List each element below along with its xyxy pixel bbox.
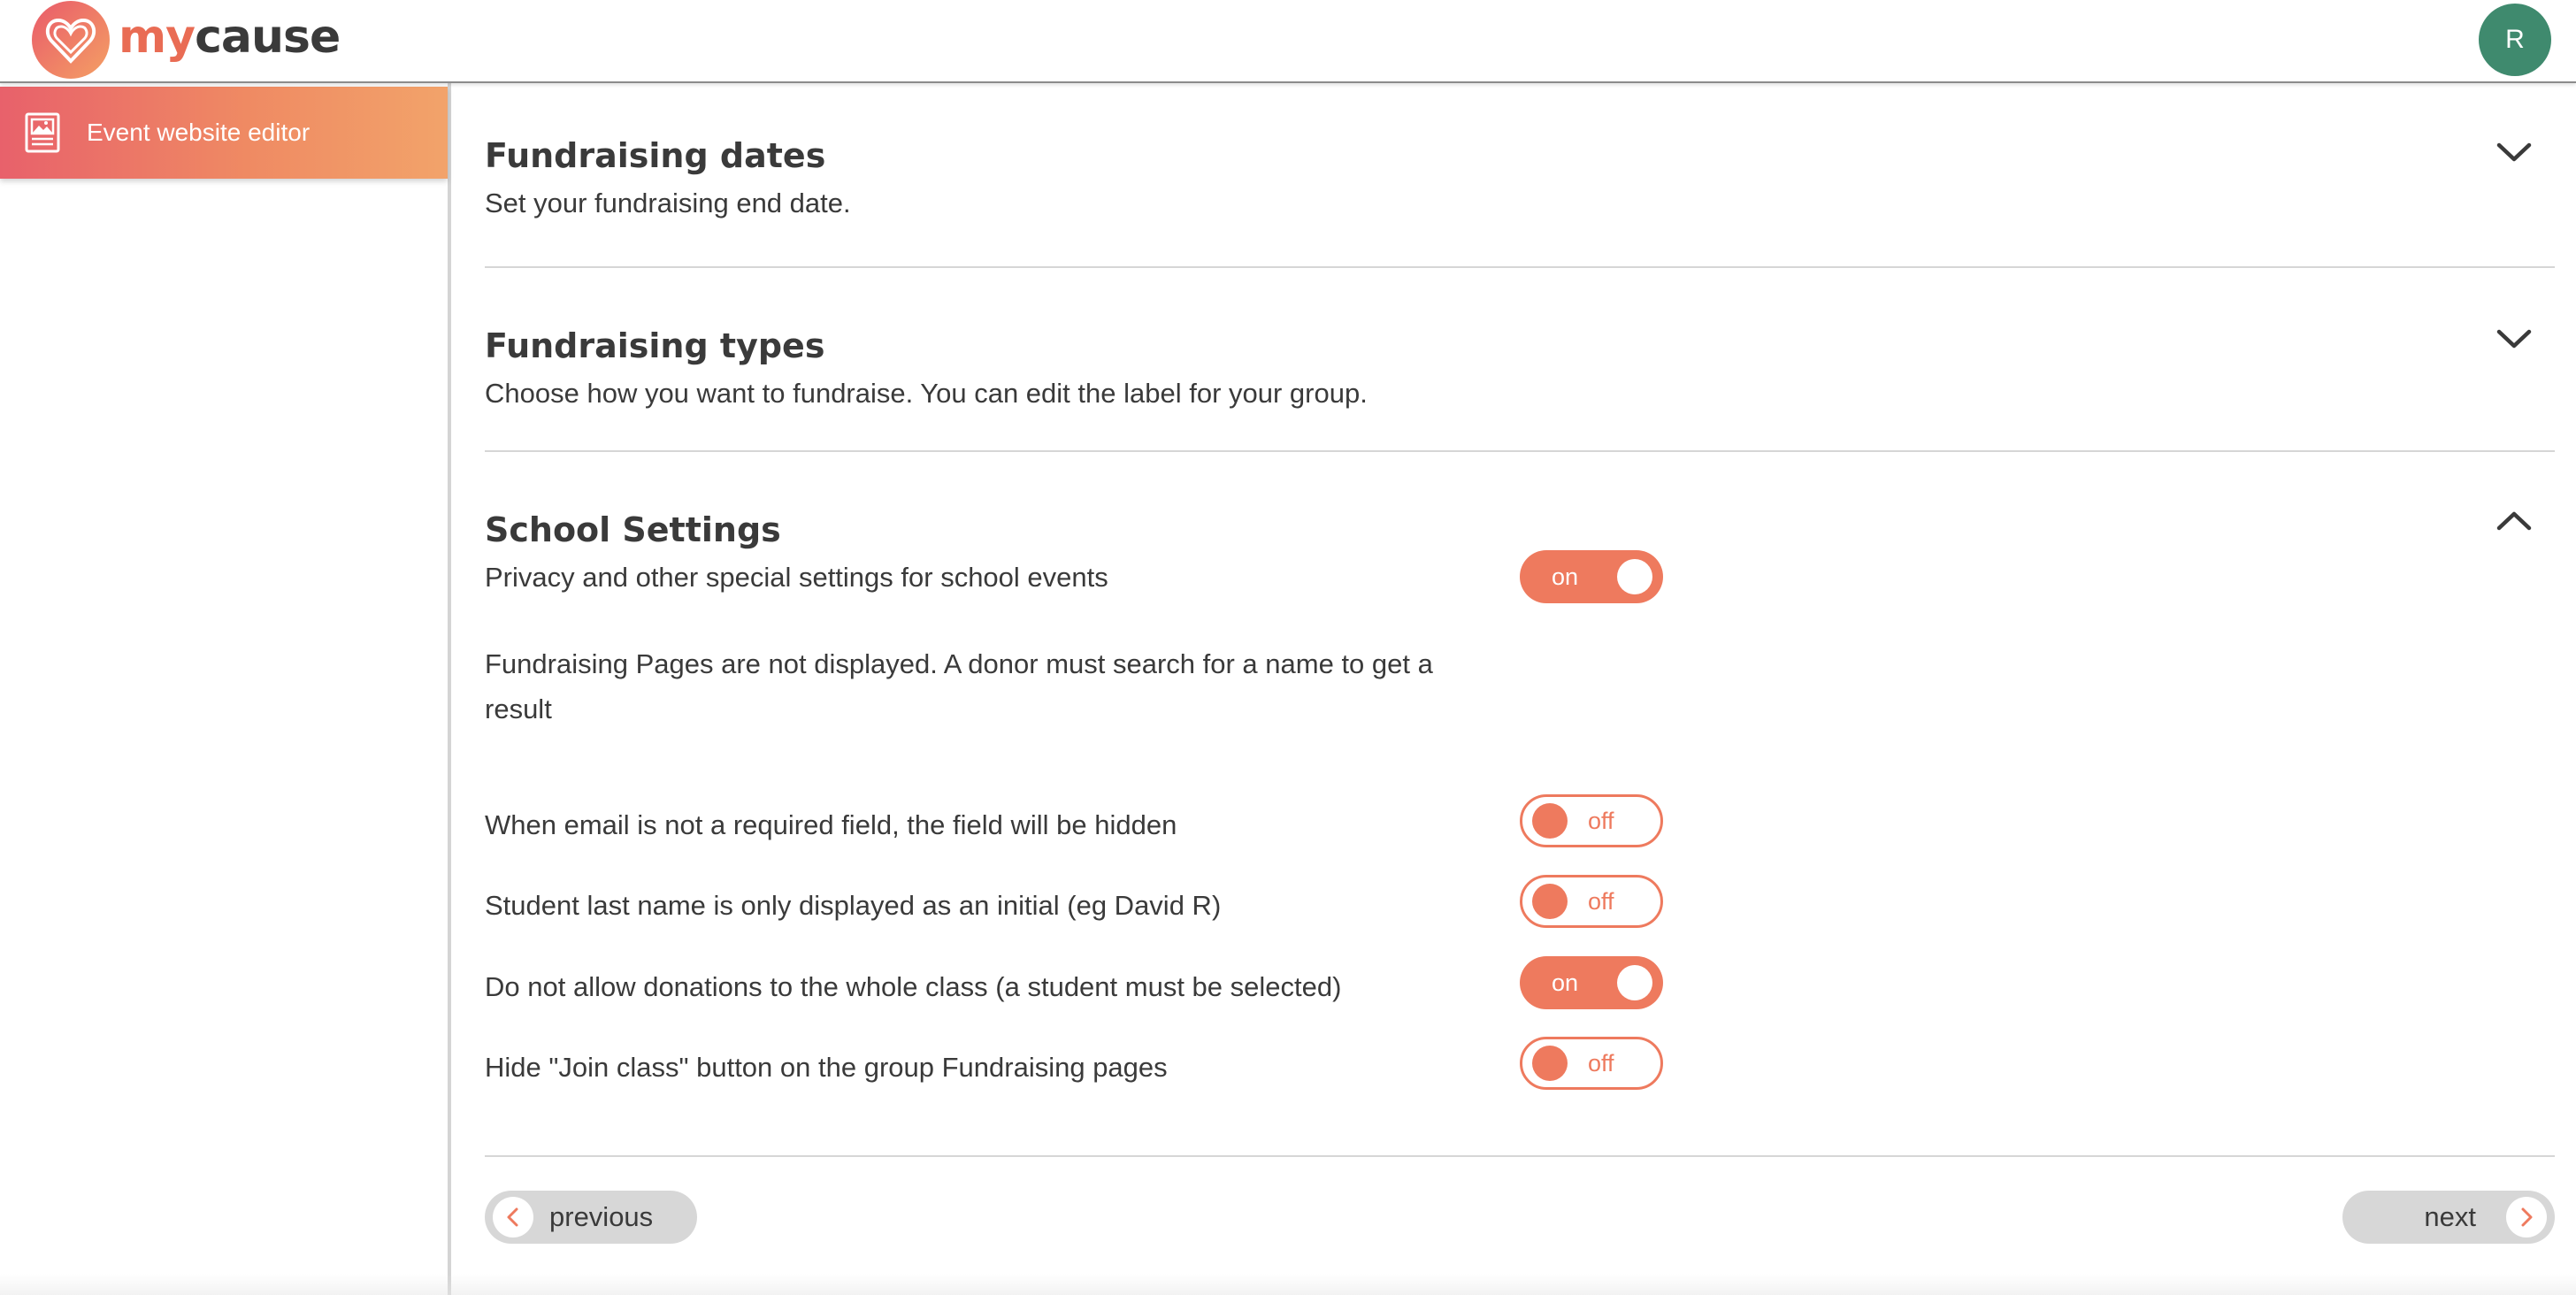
chevron-down-icon[interactable]: [2495, 325, 2534, 351]
section-school-settings: School Settings Privacy and other specia…: [485, 452, 2555, 1157]
section-title: Fundraising dates: [485, 136, 826, 175]
toggle-knob: [1532, 1046, 1568, 1081]
toggle-knob: [1617, 965, 1652, 1000]
toggle-state-label: off: [1588, 1049, 1614, 1077]
chevron-up-icon[interactable]: [2495, 507, 2534, 533]
toggle-hide-join-class-button[interactable]: off: [1520, 1037, 1663, 1090]
logo-my: my: [119, 11, 196, 64]
toggle-knob: [1532, 884, 1568, 919]
main-content: Fundraising dates Set your fundraising e…: [485, 83, 2555, 1157]
sidebar-item-label: Event website editor: [87, 119, 310, 146]
toggle-knob: [1617, 559, 1652, 594]
top-header: mycause R: [0, 0, 2576, 83]
toggle-hide-fundraising-pages[interactable]: on: [1520, 550, 1663, 603]
previous-button-label: previous: [549, 1201, 654, 1232]
toggle-state-label: off: [1588, 887, 1614, 915]
section-title: Fundraising types: [485, 326, 825, 365]
section-fundraising-dates[interactable]: Fundraising dates Set your fundraising e…: [485, 83, 2555, 268]
image-document-icon: [25, 112, 60, 153]
sidebar: Event website editor: [0, 83, 451, 1295]
chevron-right-icon: [2506, 1197, 2547, 1238]
section-title: School Settings: [485, 510, 781, 549]
next-button-label: next: [2424, 1201, 2476, 1232]
toggle-hide-email-field[interactable]: off: [1520, 794, 1663, 847]
section-description: Choose how you want to fundraise. You ca…: [485, 378, 1368, 409]
user-avatar[interactable]: R: [2479, 4, 2551, 76]
toggle-last-name-initial[interactable]: off: [1520, 875, 1663, 928]
toggle-state-label: on: [1552, 563, 1579, 590]
toggle-state-label: on: [1552, 969, 1579, 996]
next-button[interactable]: next: [2342, 1191, 2555, 1244]
toggle-state-label: off: [1588, 807, 1614, 834]
setting-label-hide-join-class-button: Hide "Join class" button on the group Fu…: [485, 1052, 1168, 1083]
section-fundraising-types[interactable]: Fundraising types Choose how you want to…: [485, 268, 2555, 452]
section-description: Set your fundraising end date.: [485, 188, 851, 218]
setting-label-hide-fundraising-pages: Fundraising Pages are not displayed. A d…: [485, 648, 1433, 724]
previous-button[interactable]: previous: [485, 1191, 697, 1244]
logo-wordmark: mycause: [119, 11, 341, 64]
sidebar-item-event-website-editor[interactable]: Event website editor: [0, 87, 448, 179]
toggle-no-whole-class-donations[interactable]: on: [1520, 956, 1663, 1009]
bottom-shadow: [0, 1274, 2576, 1295]
heart-logo-icon: [32, 1, 110, 79]
setting-label-last-name-initial: Student last name is only displayed as a…: [485, 890, 1222, 921]
mycause-logo[interactable]: mycause: [30, 0, 341, 80]
setting-label-hide-email-field: When email is not a required field, the …: [485, 809, 1177, 840]
chevron-left-icon: [493, 1197, 533, 1238]
logo-cause: cause: [195, 11, 341, 64]
toggle-knob: [1532, 803, 1568, 839]
chevron-down-icon[interactable]: [2495, 138, 2534, 165]
setting-label-no-whole-class-donations: Do not allow donations to the whole clas…: [485, 971, 1342, 1002]
